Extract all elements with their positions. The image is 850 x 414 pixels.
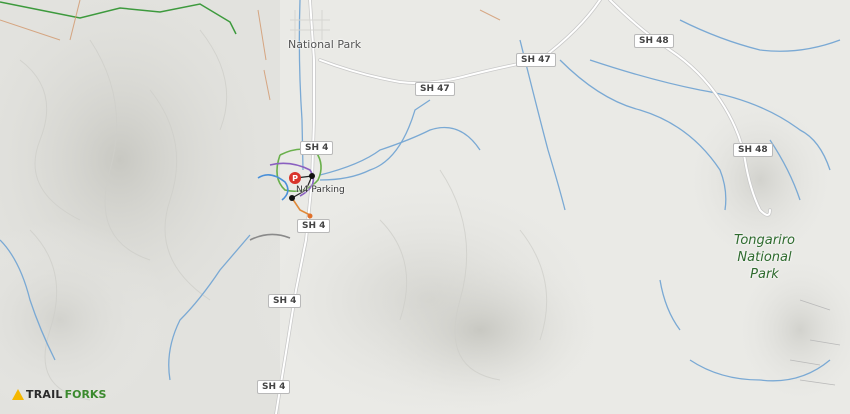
parking-icon: P [289,172,301,184]
trailforks-logo[interactable]: TRAIL FORKS [12,388,106,401]
road-shield-sh4: SH 4 [257,380,291,394]
road-shield-sh47: SH 47 [516,53,556,67]
map-view[interactable]: P National Park Tongariro National Park … [0,0,850,414]
trailforks-logo-icon [12,389,24,400]
park-label-line-3: Park [750,267,779,282]
logo-text-forks: FORKS [64,388,107,401]
road-shield-sh4: SH 4 [297,219,331,233]
trailhead-marker [309,173,315,179]
road-shield-sh4: SH 4 [300,141,334,155]
place-label-national-park: National Park [288,38,362,51]
map-canvas: P [0,0,850,414]
park-label-line-1: Tongariro [734,233,796,248]
park-label-tongariro: Tongariro National Park [734,232,795,283]
trailhead-marker [289,195,295,201]
parking-label[interactable]: N4 Parking [296,185,345,195]
logo-text-trail: TRAIL [26,388,63,401]
poi-marker [307,213,313,219]
road-shield-sh48: SH 48 [634,34,674,48]
road-shield-sh47: SH 47 [415,82,455,96]
road-shield-sh48: SH 48 [733,143,773,157]
park-label-line-2: National [737,250,792,265]
road-shield-sh4: SH 4 [268,294,302,308]
svg-text:P: P [292,174,298,183]
